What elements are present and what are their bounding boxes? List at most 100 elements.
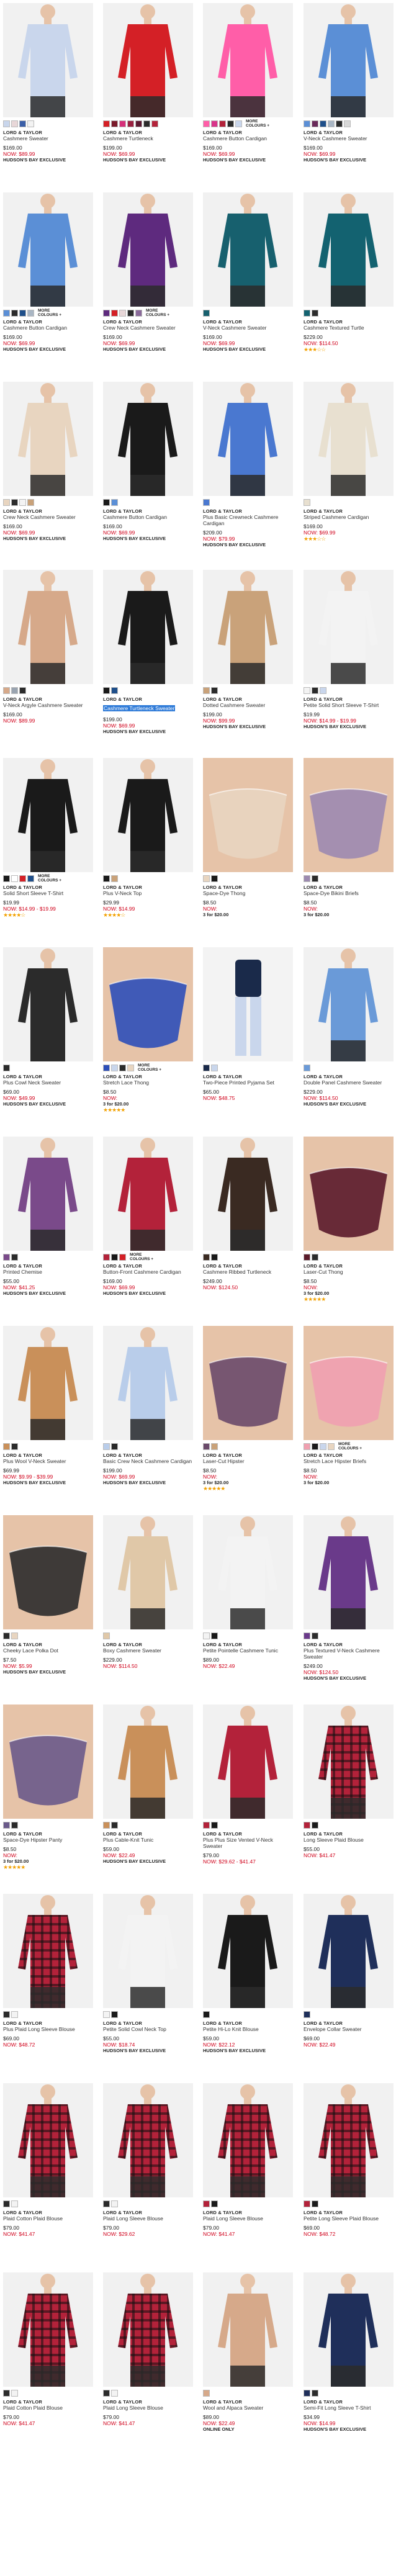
product-name[interactable]: Plaid Long Sleeve Blouse	[203, 2215, 293, 2222]
colour-swatch[interactable]	[103, 875, 110, 882]
colour-swatch[interactable]	[328, 120, 335, 127]
colour-swatch[interactable]	[312, 2389, 318, 2397]
product-image[interactable]	[203, 570, 293, 684]
colour-swatch[interactable]	[111, 2011, 118, 2018]
colour-swatch[interactable]	[203, 1821, 210, 1829]
product-card[interactable]: LORD & TAYLOR V-Neck Cashmere Sweater $169…	[203, 192, 293, 352]
colour-swatch[interactable]	[203, 1253, 210, 1261]
colour-swatch[interactable]	[211, 1632, 218, 1639]
product-image[interactable]	[203, 3, 293, 117]
colour-swatch[interactable]	[103, 2389, 110, 2397]
product-image[interactable]	[103, 570, 193, 684]
product-image[interactable]	[3, 1137, 93, 1251]
colour-swatch[interactable]	[19, 309, 26, 317]
product-image[interactable]	[304, 1894, 394, 2008]
product-image[interactable]	[304, 1326, 394, 1440]
product-card[interactable]: LORD & TAYLOR Plus Plaid Long Sleeve Blou…	[3, 1894, 93, 2048]
colour-swatch[interactable]	[312, 1443, 318, 1450]
colour-swatch[interactable]	[3, 2011, 10, 2018]
product-name[interactable]: Cashmere Button Cardigan	[103, 514, 193, 520]
colour-swatch[interactable]	[103, 2011, 110, 2018]
colour-swatch[interactable]	[235, 120, 242, 127]
product-name[interactable]: Cashmere Textured Turtle	[304, 325, 394, 331]
colour-swatch[interactable]	[11, 2389, 18, 2397]
colour-swatch[interactable]	[3, 1632, 10, 1639]
colour-swatch[interactable]	[11, 2011, 18, 2018]
colour-swatch[interactable]	[11, 1443, 18, 1450]
colour-swatch[interactable]	[320, 687, 326, 694]
product-image[interactable]	[203, 382, 293, 496]
colour-swatch[interactable]	[211, 1443, 218, 1450]
product-card[interactable]: MORE COLOURS + LORD & TAYLOR Cashmere Butt…	[3, 192, 93, 352]
product-image[interactable]	[3, 570, 93, 684]
product-card[interactable]: MORE COLOURS + LORD & TAYLOR Crew Neck Cas…	[103, 192, 193, 352]
more-colours-link[interactable]: MORE COLOURS +	[38, 874, 63, 883]
product-card[interactable]: LORD & TAYLOR Cashmere Textured Turtle $22…	[304, 192, 394, 353]
product-name[interactable]: Plus Cowl Neck Sweater	[3, 1079, 93, 1086]
product-image[interactable]	[304, 192, 394, 307]
product-card[interactable]: LORD & TAYLOR Plaid Long Sleeve Blouse $79…	[103, 2083, 193, 2237]
colour-swatch[interactable]	[3, 2200, 10, 2207]
product-name[interactable]: Double Panel Cashmere Sweater	[304, 1079, 394, 1086]
product-card[interactable]: LORD & TAYLOR Cashmere Button Cardigan $16…	[103, 382, 193, 541]
colour-swatch[interactable]	[143, 120, 150, 127]
product-card[interactable]: LORD & TAYLOR Plaid Long Sleeve Blouse $79…	[103, 2272, 193, 2426]
colour-swatch[interactable]	[103, 2200, 110, 2207]
colour-swatch[interactable]	[320, 120, 326, 127]
product-name[interactable]: Button-Front Cashmere Cardigan	[103, 1269, 193, 1275]
product-name[interactable]: V-Neck Argyle Cashmere Sweater	[3, 702, 93, 708]
product-name[interactable]: Semi-Fit Long Sleeve T-Shirt	[304, 2405, 394, 2411]
colour-swatch[interactable]	[111, 309, 118, 317]
product-card[interactable]: LORD & TAYLOR Laser-Cut Hipster $8.50 NOW: 3…	[203, 1326, 293, 1492]
product-card[interactable]: LORD & TAYLOR Long Sleeve Plaid Blouse $55…	[304, 1705, 394, 1858]
colour-swatch[interactable]	[3, 2389, 10, 2397]
colour-swatch[interactable]	[111, 120, 118, 127]
colour-swatch[interactable]	[11, 1632, 18, 1639]
colour-swatch[interactable]	[3, 1064, 10, 1071]
colour-swatch[interactable]	[320, 1443, 326, 1450]
colour-swatch[interactable]	[211, 875, 218, 882]
product-card[interactable]: LORD & TAYLOR Dotted Cashmere Sweater $199…	[203, 570, 293, 729]
product-image[interactable]	[304, 382, 394, 496]
product-card[interactable]: LORD & TAYLOR Petite Solid Cowl Neck Top $…	[103, 1894, 193, 2053]
product-name[interactable]: Stretch Lace Hipster Briefs	[304, 1458, 394, 1464]
product-image[interactable]	[304, 2272, 394, 2387]
colour-swatch[interactable]	[203, 2200, 210, 2207]
product-card[interactable]: LORD & TAYLOR Printed Chemise $55.00 NOW: $…	[3, 1137, 93, 1296]
product-image[interactable]	[103, 1705, 193, 1819]
product-image[interactable]	[304, 758, 394, 872]
colour-swatch[interactable]	[19, 687, 26, 694]
product-name[interactable]: Striped Cashmere Cardigan	[304, 514, 394, 520]
colour-swatch[interactable]	[19, 120, 26, 127]
product-image[interactable]	[103, 1326, 193, 1440]
product-name[interactable]: V-Neck Cashmere Sweater	[304, 135, 394, 142]
colour-swatch[interactable]	[3, 875, 10, 882]
colour-swatch[interactable]	[3, 1253, 10, 1261]
product-name[interactable]: Laser-Cut Thong	[304, 1269, 394, 1275]
product-card[interactable]: LORD & TAYLOR Plus Wool V-Neck Sweater $69…	[3, 1326, 93, 1485]
colour-swatch[interactable]	[304, 875, 310, 882]
colour-swatch[interactable]	[135, 309, 142, 317]
product-name[interactable]: Crew Neck Cashmere Sweater	[103, 325, 193, 331]
colour-swatch[interactable]	[344, 120, 351, 127]
product-card[interactable]: LORD & TAYLOR Plaid Cotton Plaid Blouse $7…	[3, 2083, 93, 2237]
more-colours-link[interactable]: MORE COLOURS +	[138, 1063, 163, 1072]
product-image[interactable]	[3, 3, 93, 117]
product-name[interactable]: Cashmere Turtleneck	[103, 135, 193, 142]
colour-swatch[interactable]	[127, 309, 134, 317]
colour-swatch[interactable]	[203, 2011, 210, 2018]
colour-swatch[interactable]	[304, 687, 310, 694]
product-name[interactable]: Plaid Cotton Plaid Blouse	[3, 2215, 93, 2222]
product-name[interactable]: Plus Plus Size Vented V-Neck Sweater	[203, 1837, 293, 1849]
colour-swatch[interactable]	[111, 687, 118, 694]
colour-swatch[interactable]	[211, 1821, 218, 1829]
product-card[interactable]: LORD & TAYLOR Two-Piece Printed Pyjama Se…	[203, 947, 293, 1101]
product-image[interactable]	[203, 1894, 293, 2008]
colour-swatch[interactable]	[19, 498, 26, 506]
product-image[interactable]	[3, 947, 93, 1061]
colour-swatch[interactable]	[3, 309, 10, 317]
colour-swatch[interactable]	[312, 1253, 318, 1261]
more-colours-link[interactable]: MORE COLOURS +	[246, 119, 271, 128]
product-card[interactable]: LORD & TAYLOR Cheeky Lace Polka Dot $7.50 N…	[3, 1515, 93, 1675]
colour-swatch[interactable]	[304, 120, 310, 127]
